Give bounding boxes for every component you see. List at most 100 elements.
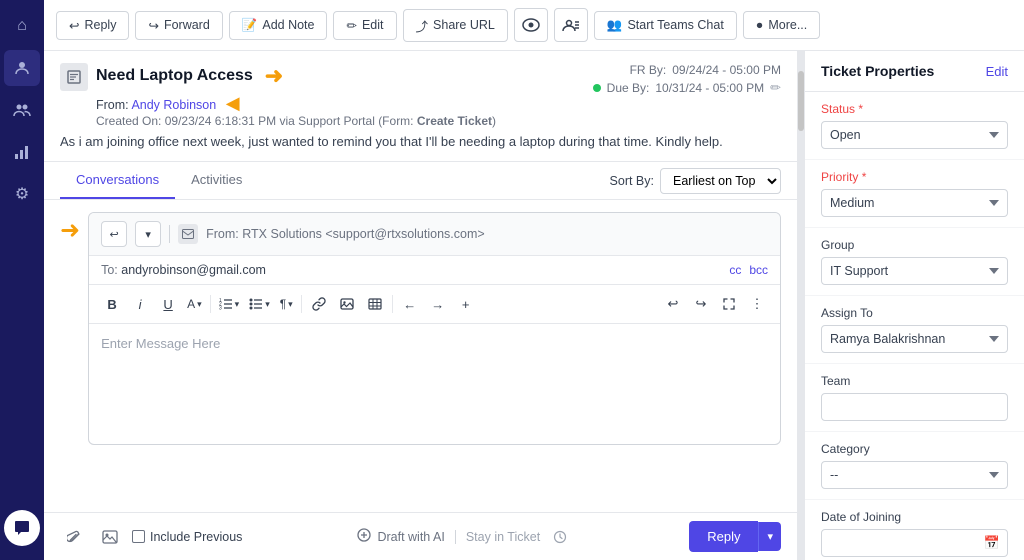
- attachment-icon[interactable]: [60, 523, 88, 551]
- status-group: Status * Open: [805, 92, 1024, 160]
- cc-button[interactable]: cc: [729, 263, 741, 277]
- undo-button[interactable]: ↩: [660, 291, 686, 317]
- reply-box: ↩ ▾ From: RTX Solutions <support@rtxsolu…: [88, 212, 781, 445]
- date-of-joining-input[interactable]: [821, 529, 1008, 557]
- toolbar: ↩ Reply ↪ Forward 📝 Add Note ✏ Edit ⤴ Sh…: [44, 0, 1024, 51]
- more-button[interactable]: ● More...: [743, 11, 820, 39]
- tabs: Conversations Activities: [60, 162, 258, 199]
- annotation-arrow: ➜: [265, 63, 283, 89]
- tab-activities[interactable]: Activities: [175, 162, 258, 199]
- priority-label: Priority *: [821, 170, 1008, 184]
- team-icon[interactable]: [4, 92, 40, 128]
- reply-send-button[interactable]: Reply: [689, 521, 758, 552]
- properties-edit-button[interactable]: Edit: [986, 64, 1008, 79]
- group-group: Group IT Support: [805, 228, 1024, 296]
- footer-right: Reply ▾: [689, 521, 781, 552]
- settings-icon[interactable]: ⚙: [4, 176, 40, 212]
- arrow-left-button[interactable]: ←: [397, 291, 423, 317]
- underline-button[interactable]: U: [155, 291, 181, 317]
- reply-button[interactable]: ↩ Reply: [56, 11, 129, 40]
- pencil-icon[interactable]: ✏: [770, 80, 781, 96]
- teams-icon: 👥: [607, 18, 623, 33]
- font-size-button[interactable]: A ▾: [183, 295, 206, 313]
- bold-button[interactable]: B: [99, 291, 125, 317]
- annotation-arrow-3: ➜: [60, 216, 80, 245]
- ticket-header: Need Laptop Access ➜ From: Andy Robinson…: [44, 51, 797, 162]
- reply-from-icon: [178, 224, 198, 244]
- include-previous-checkbox[interactable]: [132, 530, 145, 543]
- stay-toggle-icon[interactable]: [546, 523, 574, 551]
- status-select[interactable]: Open: [821, 121, 1008, 149]
- reply-dropdown-send-button[interactable]: ▾: [758, 522, 781, 551]
- properties-header: Ticket Properties Edit: [805, 51, 1024, 92]
- assign-to-select[interactable]: Ramya Balakrishnan: [821, 325, 1008, 353]
- home-icon[interactable]: ⌂: [4, 8, 40, 44]
- edit-button[interactable]: ✏ Edit: [333, 11, 396, 40]
- image-upload-icon[interactable]: [96, 523, 124, 551]
- ticket-detail: Need Laptop Access ➜ From: Andy Robinson…: [44, 51, 798, 560]
- content-area: Need Laptop Access ➜ From: Andy Robinson…: [44, 51, 1024, 560]
- unordered-list-button[interactable]: ▾: [245, 296, 274, 312]
- reply-header: ↩ ▾ From: RTX Solutions <support@rtxsolu…: [89, 213, 780, 256]
- date-input-wrap: 📅: [821, 529, 1008, 557]
- assign-to-label: Assign To: [821, 306, 1008, 320]
- annotation-arrow-2: ◀: [226, 93, 240, 113]
- group-select[interactable]: IT Support: [821, 257, 1008, 285]
- editor-toolbar: B i U A ▾ 123 ▾ ▾: [89, 285, 780, 324]
- share-url-button[interactable]: ⤴ Share URL: [403, 9, 508, 42]
- forward-button[interactable]: ↪ Forward: [135, 11, 222, 40]
- reply-icon: ↩: [69, 18, 79, 33]
- status-label: Status *: [821, 102, 1008, 116]
- properties-title: Ticket Properties: [821, 63, 934, 79]
- tab-conversations[interactable]: Conversations: [60, 162, 175, 199]
- ticket-title: Need Laptop Access ➜: [96, 63, 496, 89]
- tabs-bar: Conversations Activities Sort By: Earlie…: [44, 162, 797, 200]
- image-button[interactable]: [334, 291, 360, 317]
- group-label: Group: [821, 238, 1008, 252]
- reply-footer: Include Previous Draft with AI Stay in T…: [44, 512, 797, 560]
- ordered-list-button[interactable]: 123 ▾: [215, 296, 244, 312]
- footer-left: Include Previous: [60, 523, 242, 551]
- ai-icon: [357, 528, 371, 545]
- person-icon[interactable]: [4, 50, 40, 86]
- properties-panel: Ticket Properties Edit Status * Open Pri…: [804, 51, 1024, 560]
- editor-more-button[interactable]: ⋮: [744, 291, 770, 317]
- add-note-button[interactable]: 📝 Add Note: [229, 11, 328, 40]
- table-button[interactable]: [362, 291, 388, 317]
- link-button[interactable]: [306, 291, 332, 317]
- date-of-joining-label: Date of Joining: [821, 510, 1008, 524]
- category-select[interactable]: --: [821, 461, 1008, 489]
- start-teams-chat-button[interactable]: 👥 Start Teams Chat: [594, 11, 737, 40]
- reply-dropdown-button[interactable]: ▾: [135, 221, 161, 247]
- priority-select[interactable]: Medium: [821, 189, 1008, 217]
- from-link[interactable]: Andy Robinson: [131, 98, 216, 112]
- undo-redo-group: ↩ ↪ ⋮: [660, 291, 770, 317]
- ticket-type-icon: [60, 63, 88, 91]
- svg-text:3: 3: [219, 306, 222, 311]
- fullscreen-button[interactable]: [716, 291, 742, 317]
- redo-button[interactable]: ↪: [688, 291, 714, 317]
- team-input[interactable]: [821, 393, 1008, 421]
- reply-back-button[interactable]: ↩: [101, 221, 127, 247]
- sort-select[interactable]: Earliest on Top: [660, 168, 781, 194]
- ticket-meta: FR By: 09/24/24 - 05:00 PM Due By: 10/31…: [593, 63, 781, 96]
- reply-area: ➜ ↩ ▾ From: RTX Solutions: [44, 200, 797, 512]
- bcc-button[interactable]: bcc: [749, 263, 768, 277]
- editor-content[interactable]: Enter Message Here: [89, 324, 780, 444]
- forward-icon: ↪: [148, 18, 158, 33]
- date-of-joining-group: Date of Joining 📅: [805, 500, 1024, 560]
- paragraph-button[interactable]: ¶ ▾: [276, 295, 297, 313]
- contacts-button[interactable]: [554, 8, 588, 42]
- more-format-button[interactable]: +: [453, 291, 479, 317]
- italic-button[interactable]: i: [127, 291, 153, 317]
- arrow-right-button[interactable]: →: [425, 291, 451, 317]
- include-previous-control[interactable]: Include Previous: [132, 530, 242, 544]
- watch-button[interactable]: [514, 8, 548, 42]
- category-group: Category --: [805, 432, 1024, 500]
- chart-icon[interactable]: [4, 134, 40, 170]
- sidebar: ⌂ ⚙: [0, 0, 44, 560]
- note-icon: 📝: [242, 18, 258, 33]
- to-line: To: andyrobinson@gmail.com cc bcc: [89, 256, 780, 285]
- team-group: Team: [805, 364, 1024, 432]
- chat-bubble-icon[interactable]: [4, 510, 40, 546]
